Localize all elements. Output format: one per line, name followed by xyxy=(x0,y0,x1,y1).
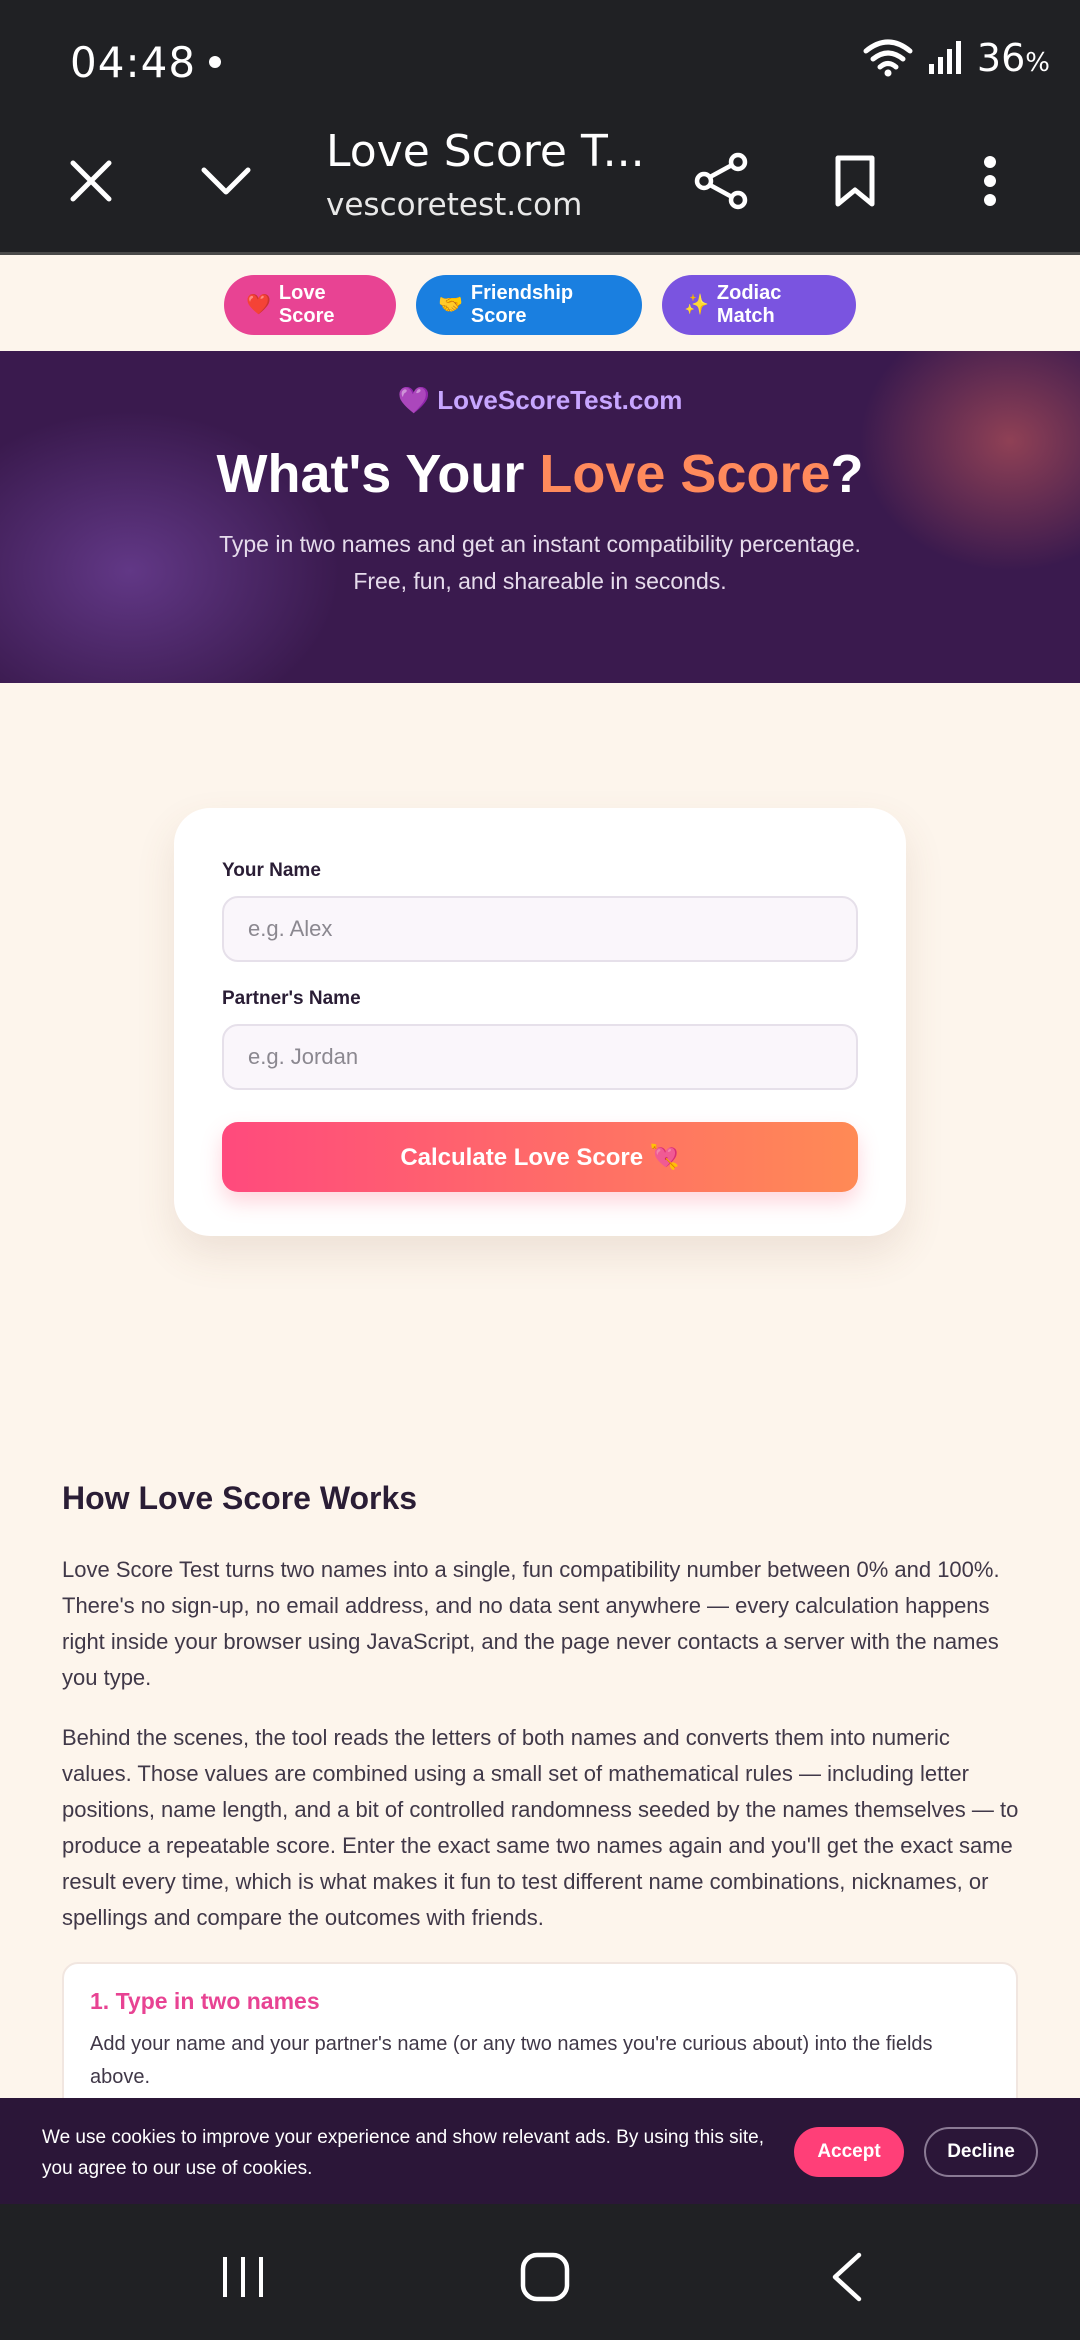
cookie-banner: We use cookies to improve your experienc… xyxy=(0,2098,1080,2204)
decline-cookies-button[interactable]: Decline xyxy=(924,2127,1038,2177)
share-icon[interactable] xyxy=(686,146,756,216)
tab-friendship-score[interactable]: 🤝 Friendship Score xyxy=(416,274,642,335)
sparkles-icon: ✨ xyxy=(684,294,709,316)
more-options-icon[interactable] xyxy=(955,146,1025,216)
chevron-down-icon[interactable] xyxy=(191,146,261,216)
cookie-text: We use cookies to improve your experienc… xyxy=(42,2127,765,2179)
section-heading: How Love Score Works xyxy=(62,1480,418,1516)
page-title-area[interactable]: Love Score T... vescoretest.com xyxy=(326,126,645,223)
hero-subtitle: Type in two names and get an instant com… xyxy=(219,531,861,594)
accept-cookies-button[interactable]: Accept xyxy=(794,2127,904,2177)
hero-section: 💜 LoveScoreTest.com What's Your Love Sco… xyxy=(0,351,1080,683)
signal-icon xyxy=(928,41,961,74)
step-title: 1. Type in two names xyxy=(90,1988,320,2014)
close-icon[interactable] xyxy=(56,146,126,216)
status-indicators: 36% xyxy=(863,36,1050,80)
status-time: 04:48 xyxy=(70,38,197,87)
battery-level: 36% xyxy=(976,36,1050,80)
your-name-label: Your Name xyxy=(222,860,321,881)
notification-dot-icon xyxy=(209,56,221,68)
wifi-icon xyxy=(863,39,913,77)
calculate-button[interactable]: Calculate Love Score 💘 xyxy=(222,1122,858,1192)
bookmark-icon[interactable] xyxy=(820,146,890,216)
page-title: What's Your Love Score? xyxy=(216,444,864,504)
handshake-icon: 🤝 xyxy=(438,294,463,316)
back-icon[interactable] xyxy=(812,2242,882,2312)
partner-name-label: Partner's Name xyxy=(222,988,361,1009)
heart-icon: ❤️ xyxy=(246,294,271,316)
site-brand: 💜 LoveScoreTest.com xyxy=(397,385,683,415)
tab-zodiac-match[interactable]: ✨ Zodiac Match xyxy=(662,274,856,335)
calculator-card: Your Name Partner's Name Calculate Love … xyxy=(174,808,906,1236)
paragraph: Love Score Test turns two names into a s… xyxy=(62,1557,1000,1690)
step-text: Add your name and your partner's name (o… xyxy=(90,2033,933,2088)
recent-apps-icon[interactable] xyxy=(208,2242,278,2312)
status-bar: 04:48 36% xyxy=(0,0,1080,120)
paragraph: Behind the scenes, the tool reads the le… xyxy=(62,1725,1019,1930)
system-navigation-bar xyxy=(0,2204,1080,2340)
partner-name-input[interactable] xyxy=(222,1024,858,1090)
browser-page-title: Love Score T... xyxy=(326,126,645,177)
browser-toolbar: Love Score T... vescoretest.com xyxy=(0,120,1080,255)
home-icon[interactable] xyxy=(510,2242,580,2312)
browser-url: vescoretest.com xyxy=(326,187,583,223)
your-name-input[interactable] xyxy=(222,896,858,962)
tab-love-score[interactable]: ❤️ Love Score xyxy=(224,274,396,335)
score-type-tabs: ❤️ Love Score 🤝 Friendship Score ✨ Zodia… xyxy=(0,258,1080,351)
